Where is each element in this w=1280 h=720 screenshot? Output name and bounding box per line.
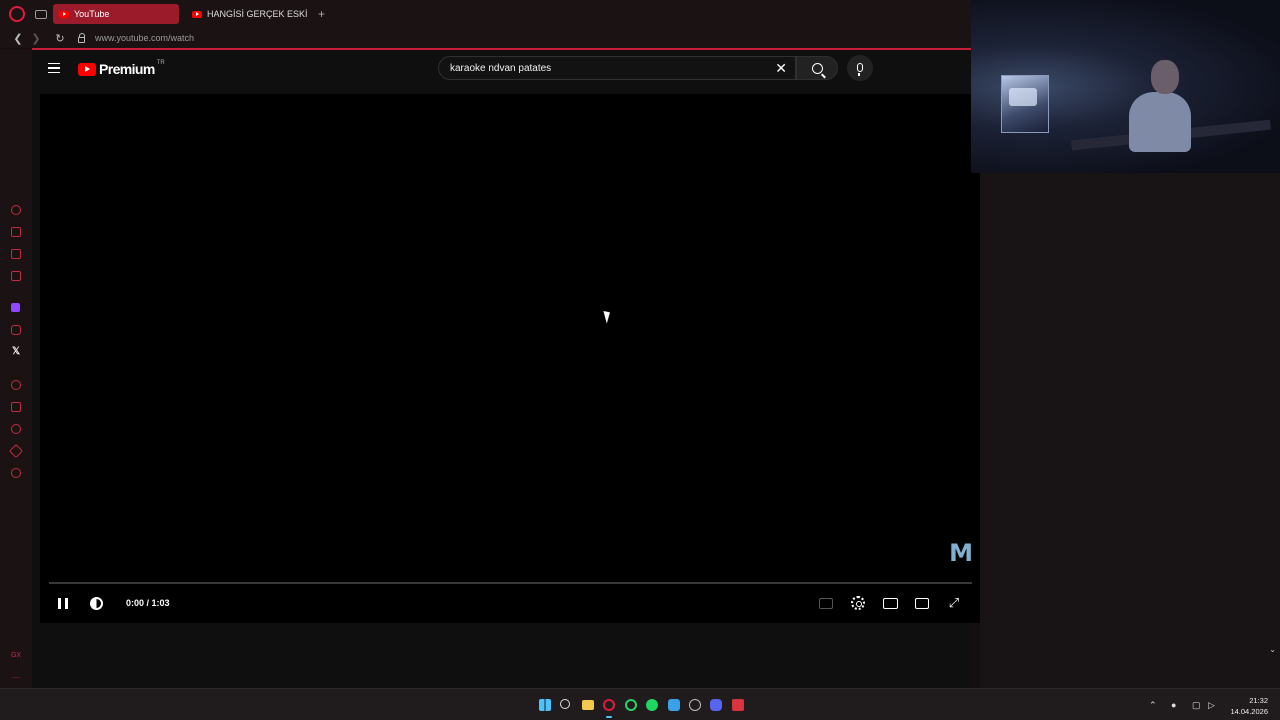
microphone-icon bbox=[857, 62, 863, 76]
news-icon[interactable] bbox=[11, 249, 21, 259]
tab-youtube[interactable]: YouTube bbox=[53, 4, 179, 24]
opera-gx-logo-icon[interactable] bbox=[9, 6, 25, 22]
file-explorer-icon[interactable] bbox=[582, 700, 594, 710]
theater-mode-icon[interactable] bbox=[883, 598, 898, 609]
search-input[interactable]: karaoke ndvan patates bbox=[450, 63, 775, 74]
time-display: 0:00 / 1:03 bbox=[126, 598, 170, 608]
subtitles-icon[interactable] bbox=[819, 598, 833, 609]
active-app-indicator bbox=[606, 716, 612, 718]
pause-button[interactable] bbox=[58, 598, 68, 609]
speaker-icon[interactable]: ▷ bbox=[1208, 700, 1215, 711]
pc-glow bbox=[1009, 88, 1037, 106]
youtube-premium-logo[interactable]: Premium TR bbox=[78, 60, 165, 77]
settings-icon[interactable] bbox=[11, 468, 21, 478]
x-twitter-icon[interactable]: 𝕏 bbox=[11, 347, 21, 357]
youtube-page: Premium TR karaoke ndvan patates ✕ M 0:0… bbox=[32, 50, 981, 688]
lock-icon bbox=[78, 33, 85, 43]
person-body-image bbox=[1129, 92, 1191, 152]
clock-time: 21:32 bbox=[1249, 696, 1268, 705]
history-icon[interactable] bbox=[11, 424, 21, 434]
watermark-logo: M bbox=[949, 539, 973, 567]
tab-label: YouTube bbox=[74, 9, 110, 19]
back-icon[interactable]: ❮ bbox=[12, 32, 24, 45]
browser-sidebar: 𝕏 GX ··· bbox=[0, 50, 32, 688]
red-app-icon[interactable] bbox=[732, 699, 744, 711]
cast-icon[interactable] bbox=[915, 598, 929, 609]
gx-label[interactable]: GX bbox=[9, 651, 23, 661]
whatsapp-icon[interactable] bbox=[625, 699, 637, 711]
tray-mic-icon[interactable]: ● bbox=[1171, 700, 1176, 710]
volume-icon[interactable] bbox=[90, 597, 103, 610]
twitch-icon[interactable] bbox=[11, 303, 20, 312]
steam-icon[interactable] bbox=[689, 699, 701, 711]
scroll-down-icon[interactable]: ⌄ bbox=[1269, 645, 1276, 654]
right-empty-area: ⌄ bbox=[980, 173, 1280, 688]
windows-taskbar: ⌃ ● ▢ ▷ 21:32 14.04.2026 bbox=[0, 688, 1280, 720]
new-tab-button[interactable]: + bbox=[318, 7, 325, 21]
progress-bar[interactable] bbox=[49, 582, 972, 584]
network-icon[interactable]: ▢ bbox=[1192, 700, 1201, 711]
youtube-play-icon bbox=[78, 62, 96, 76]
browser-tab-strip: YouTube HANGİSİ GERÇEK ESKİ SE + bbox=[0, 0, 971, 28]
search-icon bbox=[811, 62, 823, 74]
forward-icon[interactable]: ❯ bbox=[30, 32, 42, 45]
gx-corner-icon[interactable] bbox=[11, 227, 21, 237]
country-code: TR bbox=[156, 60, 165, 66]
address-bar-url[interactable]: www.youtube.com/watch bbox=[95, 33, 194, 43]
search-button[interactable] bbox=[796, 56, 838, 80]
logo-text: Premium bbox=[99, 61, 155, 77]
opera-gx-taskbar-icon[interactable] bbox=[603, 699, 615, 711]
desktop-screen: YouTube HANGİSİ GERÇEK ESKİ SE + ❮ ❯ ↻ w… bbox=[0, 0, 1280, 720]
taskbar-search-icon[interactable] bbox=[560, 699, 570, 709]
discord-icon[interactable] bbox=[710, 699, 722, 711]
search-box[interactable]: karaoke ndvan patates ✕ bbox=[438, 56, 796, 80]
clear-search-icon[interactable]: ✕ bbox=[775, 60, 787, 77]
sidebar-more-icon[interactable]: ··· bbox=[11, 672, 21, 682]
reload-icon[interactable]: ↻ bbox=[54, 32, 66, 45]
player-controls: 0:00 / 1:03 ⤢ bbox=[40, 593, 981, 615]
instagram-icon[interactable] bbox=[11, 325, 21, 335]
voice-search-button[interactable] bbox=[847, 55, 873, 81]
tray-expand-icon[interactable]: ⌃ bbox=[1149, 700, 1157, 711]
extensions-icon[interactable] bbox=[8, 443, 24, 459]
app-icon[interactable] bbox=[668, 699, 680, 711]
tab-switcher-icon[interactable] bbox=[35, 9, 47, 19]
video-player[interactable]: M 0:00 / 1:03 ⤢ bbox=[40, 94, 981, 623]
tab-hangisi[interactable]: HANGİSİ GERÇEK ESKİ SE bbox=[186, 4, 310, 24]
youtube-favicon-icon bbox=[59, 10, 69, 18]
spotify-icon[interactable] bbox=[646, 699, 658, 711]
tab-label: HANGİSİ GERÇEK ESKİ SE bbox=[207, 9, 310, 19]
player-icon[interactable] bbox=[11, 380, 21, 390]
person-head-image bbox=[1151, 60, 1179, 94]
gx-control-icon[interactable] bbox=[11, 205, 21, 215]
fullscreen-icon[interactable]: ⤢ bbox=[947, 596, 961, 610]
clock-date: 14.04.2026 bbox=[1230, 707, 1268, 716]
pinboard-icon[interactable] bbox=[11, 402, 21, 412]
settings-gear-icon[interactable] bbox=[851, 596, 865, 610]
windows-start-icon[interactable] bbox=[539, 699, 551, 711]
music-icon[interactable] bbox=[11, 271, 21, 281]
address-bar-row: ❮ ❯ ↻ www.youtube.com/watch bbox=[0, 28, 971, 48]
menu-icon[interactable] bbox=[48, 63, 60, 73]
youtube-favicon-icon bbox=[192, 10, 202, 18]
webcam-overlay bbox=[971, 0, 1280, 173]
system-clock[interactable]: 21:32 14.04.2026 bbox=[1230, 695, 1268, 717]
